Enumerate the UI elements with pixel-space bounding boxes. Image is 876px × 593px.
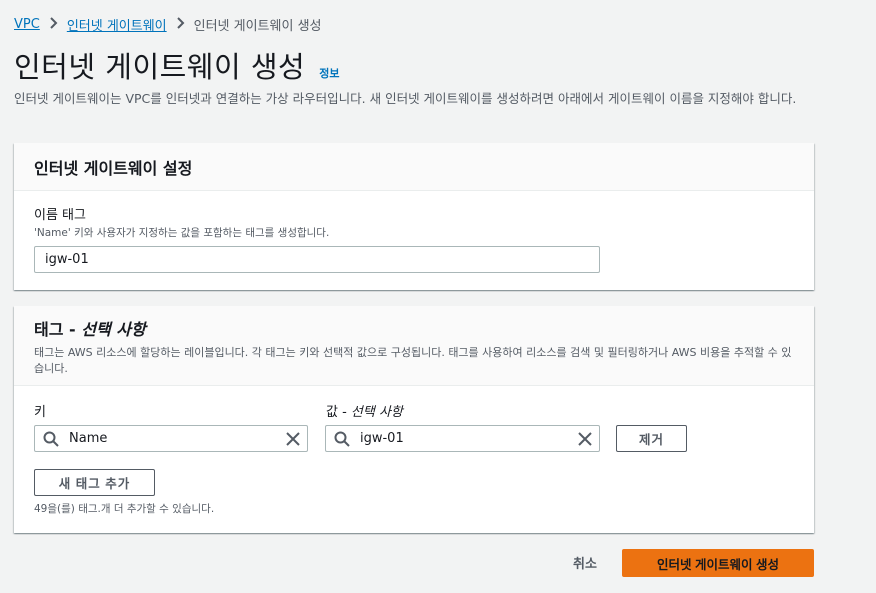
clear-icon[interactable] [577,431,593,447]
name-tag-label: 이름 태그 [34,208,86,223]
page-header: 인터넷 게이트웨이 생성 정보 [14,44,340,86]
key-label: 키 [34,405,46,420]
panel-title: 태그 - 선택 사항 [34,316,794,340]
page-description: 인터넷 게이트웨이는 VPC를 인터넷과 연결하는 가상 라우터입니다. 새 인… [14,91,797,106]
panel-title-main: 태그 - [34,320,82,339]
panel-header: 인터넷 게이트웨이 설정 [14,143,814,191]
breadcrumb: VPC 인터넷 게이트웨이 인터넷 게이트웨이 생성 [14,15,322,34]
value-label-optional: 선택 사항 [350,405,403,420]
tag-key-input[interactable]: Name [34,425,308,452]
value-label: 값 - 선택 사항 [326,401,403,420]
info-link[interactable]: 정보 [319,65,339,81]
page-title: 인터넷 게이트웨이 생성 [14,50,306,84]
panel-title: 인터넷 게이트웨이 설정 [34,159,193,178]
add-tag-button[interactable]: 새 태그 추가 [34,469,155,496]
breadcrumb-current: 인터넷 게이트웨이 생성 [193,19,322,34]
tags-description: 태그는 AWS 리소스에 할당하는 레이블입니다. 각 태그는 키와 선택적 값… [34,346,792,375]
create-gateway-button[interactable]: 인터넷 게이트웨이 생성 [622,549,814,577]
search-icon [334,431,350,447]
tags-panel: 태그 - 선택 사항 태그는 AWS 리소스에 할당하는 레이블입니다. 각 태… [14,306,814,533]
value-label-main: 값 - [326,405,351,420]
clear-icon[interactable] [285,431,301,447]
panel-header: 태그 - 선택 사항 태그는 AWS 리소스에 할당하는 레이블입니다. 각 태… [14,306,814,386]
name-tag-description: 'Name' 키와 사용자가 지정하는 값을 포함하는 태그를 생성합니다. [34,227,330,239]
tag-key-value: Name [69,431,108,446]
chevron-right-icon [49,16,58,33]
breadcrumb-link-vpc[interactable]: VPC [14,17,40,32]
tag-value-value: igw-01 [360,431,404,446]
name-tag-input[interactable]: igw-01 [34,246,600,273]
remaining-tags-note: 49을(를) 태그.개 더 추가할 수 있습니다. [34,503,215,515]
tag-value-input[interactable]: igw-01 [325,425,600,452]
search-icon [43,431,59,447]
cancel-button[interactable]: 취소 [573,553,597,572]
remove-tag-button[interactable]: 제거 [616,425,687,452]
chevron-right-icon [176,16,185,33]
breadcrumb-link-internet-gateways[interactable]: 인터넷 게이트웨이 [67,15,167,34]
panel-title-optional: 선택 사항 [81,320,146,339]
gateway-settings-panel: 인터넷 게이트웨이 설정 이름 태그 'Name' 키와 사용자가 지정하는 값… [14,143,814,290]
